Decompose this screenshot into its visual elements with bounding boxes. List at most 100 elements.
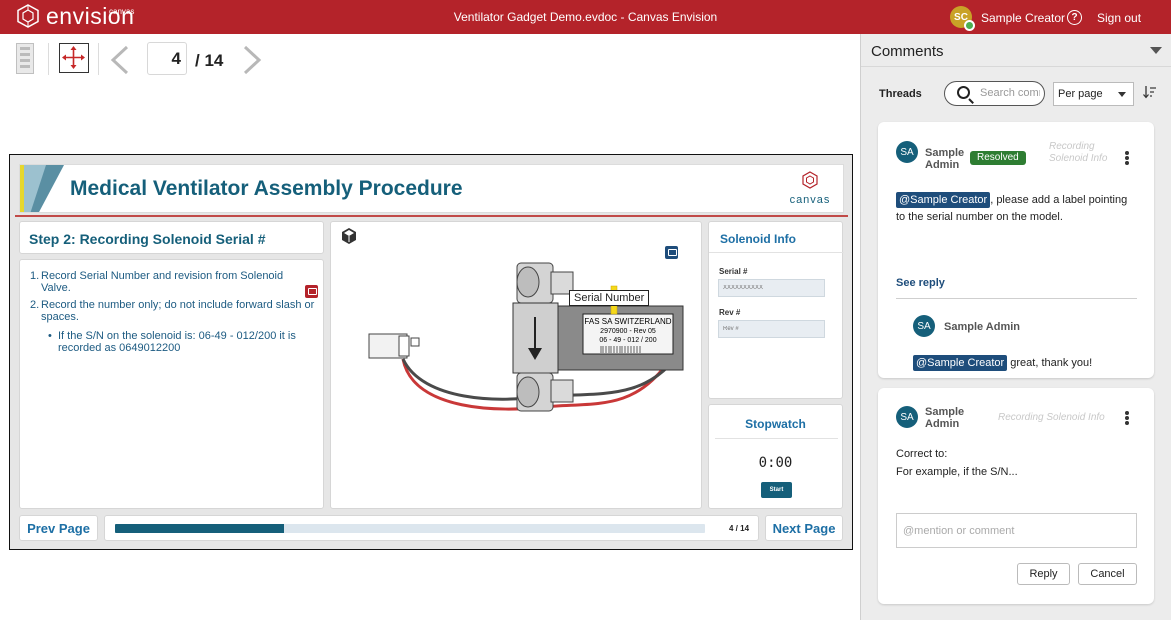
toggle-panel-icon[interactable] [16, 43, 34, 74]
per-page-select[interactable]: Per page [1053, 82, 1134, 106]
reply-button[interactable]: Reply [1017, 563, 1070, 585]
envision-logo-icon [17, 4, 39, 28]
instruction-number: 2. [30, 299, 40, 311]
avatar: SA [913, 315, 935, 337]
more-options-icon[interactable] [1125, 416, 1129, 420]
expand-arrows-icon [62, 46, 85, 69]
doc-header: Medical Ventilator Assembly Procedure ca… [19, 164, 844, 213]
brand[interactable]: envision canvas [16, 3, 134, 29]
instructions-card: 1. Record Serial Number and revision from… [19, 259, 324, 509]
stopwatch-title: Stopwatch [745, 417, 806, 431]
doc-title: Medical Ventilator Assembly Procedure [70, 177, 463, 200]
rev-label: Rev # [719, 308, 741, 317]
canvas-logo: canvas [785, 171, 835, 206]
comment-pin-icon[interactable] [305, 285, 318, 298]
3d-model-viewer[interactable]: FAS SA SWITZERLAND 2970900 - Rev 05 06 -… [330, 221, 702, 509]
see-reply-link[interactable]: See reply [896, 277, 945, 289]
stopwatch-time: 0:00 [758, 455, 793, 471]
rev-input[interactable] [718, 320, 825, 338]
prev-page-button[interactable]: Prev Page [19, 515, 98, 541]
progress-track [115, 524, 705, 533]
solenoid-info-card: Solenoid Info Serial # Rev # [708, 221, 844, 399]
canvas-logo-text: canvas [789, 194, 831, 206]
comment-message: @Sample Creator, please add a label poin… [896, 192, 1136, 226]
comments-title: Comments [871, 43, 944, 60]
next-page-label: Next Page [772, 521, 836, 536]
reply-author: Sample Admin [944, 321, 1020, 333]
reply-message: @Sample Creator great, thank you! [913, 355, 1133, 372]
sign-out-link[interactable]: Sign out [1097, 11, 1141, 25]
comment-thread[interactable]: SA Sample Admin Resolved Recording Solen… [878, 122, 1154, 378]
plate-line-2: 2970900 - Rev 05 [600, 328, 656, 335]
toolbar-divider [98, 43, 99, 75]
mention-tag[interactable]: @Sample Creator [896, 192, 991, 208]
instruction-text: Record the number only; do not include f… [41, 299, 315, 323]
toolbar-divider [48, 43, 49, 75]
header-triangle-icon [24, 165, 64, 212]
page-total: / 14 [195, 51, 224, 70]
prev-page-label: Prev Page [27, 521, 90, 536]
page-number-input[interactable] [147, 42, 187, 75]
brand-sup: canvas [109, 7, 135, 16]
comment-pin-icon[interactable] [665, 246, 678, 259]
divider [896, 298, 1137, 299]
plate-line-3: 06 - 49 - 012 / 200 [599, 337, 656, 344]
user-avatar[interactable]: SC [950, 6, 975, 31]
threads-label: Threads [879, 88, 922, 100]
search-icon [957, 86, 970, 99]
next-page-button[interactable]: Next Page [765, 515, 843, 541]
cancel-button[interactable]: Cancel [1078, 563, 1137, 585]
progress-text: 4 / 14 [729, 524, 750, 533]
comment-thread[interactable]: SA Sample Admin Recording Solenoid Info … [878, 388, 1154, 604]
sub-instruction: If the S/N on the solenoid is: 06-49 - 0… [41, 330, 315, 354]
collapse-caret-icon[interactable] [1150, 47, 1162, 54]
comments-panel: Comments Threads Per page SA Sample Admi… [860, 34, 1171, 620]
instruction-number: 1. [30, 270, 40, 282]
serial-number-callout[interactable]: Serial Number [569, 290, 650, 306]
serial-label: Serial # [719, 267, 748, 276]
help-icon[interactable]: ? [1067, 10, 1082, 25]
avatar: SA [896, 406, 918, 428]
chevron-down-icon [1118, 92, 1126, 97]
next-page-icon[interactable] [241, 45, 263, 80]
prev-page-icon[interactable] [109, 45, 131, 80]
fit-to-screen-button[interactable] [59, 43, 89, 73]
online-status-icon [964, 20, 975, 31]
canvas-logo-icon [802, 171, 818, 189]
comment-author: Sample Admin [925, 406, 965, 430]
solenoid-info-title: Solenoid Info [720, 232, 796, 246]
instruction-item: 2. Record the number only; do not include… [30, 299, 315, 354]
stopwatch-card: Stopwatch 0:00 Start [708, 404, 843, 509]
per-page-value: Per page [1058, 88, 1103, 100]
progress-bar: 4 / 14 [104, 515, 759, 541]
header-divider [15, 215, 848, 217]
comment-context[interactable]: Recording Solenoid Info [998, 412, 1105, 424]
user-name[interactable]: Sample Creator [981, 11, 1065, 25]
comment-author: Sample Admin [925, 147, 965, 171]
reply-text: great, thank you! [1007, 357, 1093, 369]
3d-cube-icon[interactable] [340, 227, 358, 245]
plate-line-1: FAS SA SWITZERLAND [584, 317, 671, 326]
progress-fill [115, 524, 284, 533]
comment-context[interactable]: Recording Solenoid Info [1049, 141, 1109, 165]
comments-header[interactable]: Comments [861, 34, 1171, 67]
comment-input[interactable] [896, 513, 1137, 548]
mention-tag[interactable]: @Sample Creator [913, 355, 1008, 371]
comment-message-line: Correct to: [896, 448, 948, 460]
status-badge: Resolved [970, 151, 1026, 165]
document-page: Medical Ventilator Assembly Procedure ca… [9, 154, 853, 550]
search-box[interactable] [944, 81, 1045, 106]
serial-input[interactable] [718, 279, 825, 297]
step-title: Step 2: Recording Solenoid Serial # [29, 231, 266, 247]
top-bar: envision canvas Ventilator Gadget Demo.e… [0, 0, 1171, 34]
more-options-icon[interactable] [1125, 156, 1129, 160]
step-title-card: Step 2: Recording Solenoid Serial # [19, 221, 324, 254]
comment-message-line: For example, if the S/N... [896, 466, 1018, 478]
stopwatch-start-button[interactable]: Start [761, 482, 792, 498]
divider [715, 438, 838, 439]
avatar: SA [896, 141, 918, 163]
instruction-item: 1. Record Serial Number and revision from… [30, 270, 315, 294]
divider [709, 252, 844, 253]
sort-icon[interactable] [1143, 85, 1157, 102]
search-input[interactable] [980, 87, 1040, 99]
